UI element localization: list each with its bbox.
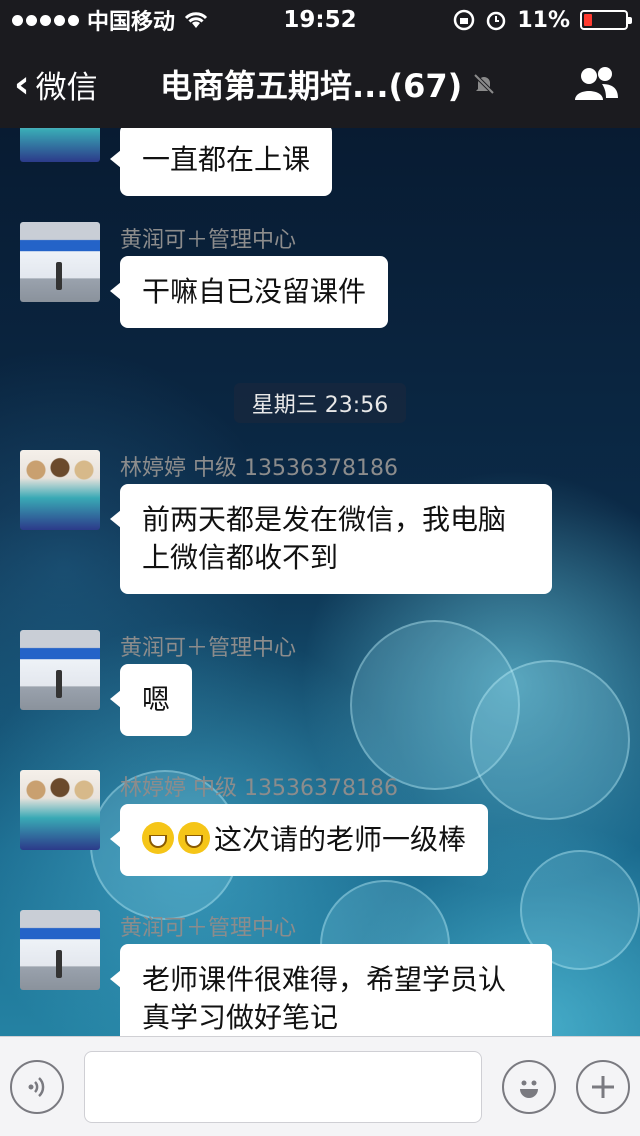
wifi-icon (184, 12, 208, 28)
group-members-icon[interactable] (572, 64, 620, 104)
avatar[interactable] (20, 222, 100, 302)
message-text: 一直都在上课 (142, 143, 311, 176)
alarm-icon (487, 11, 506, 31)
emoji-button[interactable] (502, 1060, 556, 1114)
chevron-left-icon: ‹ (14, 62, 30, 106)
back-button[interactable]: ‹ 微信 (14, 62, 98, 107)
avatar[interactable] (20, 450, 100, 530)
message-input[interactable] (84, 1051, 482, 1123)
plus-icon (592, 1076, 614, 1098)
sender-name: 黄润可＋管理中心 (120, 916, 297, 941)
battery-icon (580, 10, 632, 30)
emoji-icon (520, 1080, 538, 1098)
chat-area[interactable]: 一直都在上课 黄润可＋管理中心 干嘛自已没留课件 星期三 23:56 林婷婷 中… (0, 0, 640, 1136)
message-bubble[interactable]: 嗯 (109, 664, 193, 736)
sender-name: 黄润可＋管理中心 (120, 636, 297, 661)
signal-strength-icon (12, 14, 79, 26)
chat-title: 电商第五期培...(67) (160, 40, 496, 128)
clock: 19:52 (283, 7, 357, 33)
status-bar: 中国移动 19:52 11% (0, 0, 640, 40)
back-label: 微信 (35, 69, 98, 106)
grin-emoji-icon (142, 822, 174, 854)
voice-icon (28, 1077, 45, 1097)
rotation-lock-icon (454, 9, 475, 31)
message-text: 老师课件很难得，希望学员认真学习做好笔记 (142, 963, 507, 1034)
sender-name: 黄润可＋管理中心 (120, 228, 297, 253)
avatar[interactable] (20, 630, 100, 710)
nav-bar: ‹ 微信 电商第五期培...(67) (0, 40, 640, 128)
message-bubble[interactable]: 干嘛自已没留课件 (109, 256, 389, 328)
battery-percent: 11% (517, 7, 570, 33)
message-text: 嗯 (142, 683, 171, 716)
muted-bell-icon (473, 73, 495, 95)
time-divider: 星期三 23:56 (234, 383, 406, 423)
sender-name: 林婷婷 中级 13536378186 (120, 776, 398, 801)
grin-emoji-icon (178, 822, 210, 854)
top-bar: 中国移动 19:52 11% ‹ 微信 电商第五期培...(67) (0, 0, 640, 128)
message-bubble[interactable]: 这次请的老师一级棒 (109, 804, 489, 876)
sender-name: 林婷婷 中级 13536378186 (120, 456, 398, 481)
message-bubble[interactable]: 一直都在上课 (109, 124, 333, 196)
message-text: 干嘛自已没留课件 (142, 275, 367, 308)
chat-title-text: 电商第五期培...(67) (160, 67, 463, 105)
message-text: 这次请的老师一级棒 (214, 823, 467, 856)
add-button[interactable] (576, 1060, 630, 1114)
input-bar (0, 1036, 640, 1136)
voice-button[interactable] (10, 1060, 64, 1114)
carrier-name: 中国移动 (87, 10, 176, 35)
message-text: 前两天都是发在微信，我电脑上微信都收不到 (142, 503, 507, 574)
avatar[interactable] (20, 910, 100, 990)
avatar[interactable] (20, 770, 100, 850)
message-bubble[interactable]: 前两天都是发在微信，我电脑上微信都收不到 (110, 484, 552, 594)
